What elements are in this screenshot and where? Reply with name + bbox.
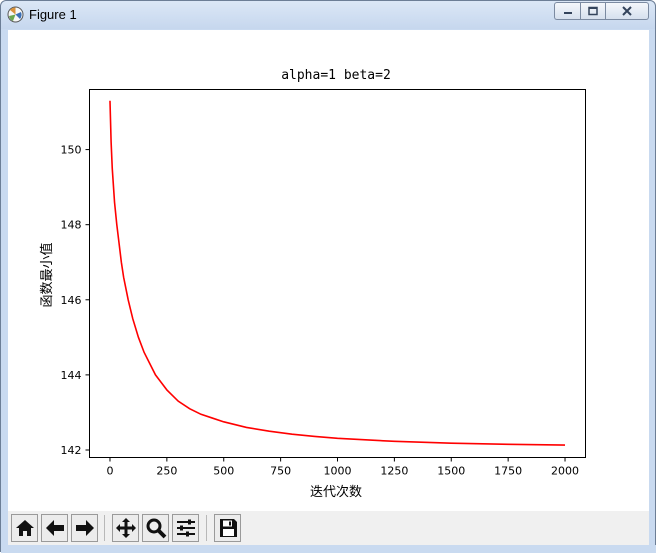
maximize-button[interactable]: [580, 2, 606, 20]
x-tick-label: 2000: [551, 465, 579, 478]
minimize-icon: [563, 12, 572, 14]
home-icon: [15, 520, 34, 536]
configure-subplots-button[interactable]: [172, 514, 199, 542]
series-line: [109, 100, 566, 446]
toolbar-separator: [206, 515, 207, 541]
caption-buttons: [554, 2, 649, 21]
y-tick-label: 150: [61, 144, 82, 157]
chart-title: alpha=1 beta=2: [281, 68, 391, 83]
plot-area: alpha=1 beta=2 0 250 500 750 1000 1250 1500 175…: [39, 68, 586, 500]
maximize-icon: [588, 6, 598, 16]
axes-frame: [89, 89, 586, 458]
y-tick-label: 146: [61, 294, 82, 307]
forward-button[interactable]: [71, 514, 98, 542]
window-title: Figure 1: [29, 7, 77, 22]
pan-button[interactable]: [112, 514, 139, 542]
y-tick-label: 144: [61, 369, 82, 382]
y-tick-label: 148: [61, 219, 82, 232]
title-bar[interactable]: Figure 1: [1, 1, 655, 29]
pan-icon: [115, 518, 136, 538]
x-tick-label: 1250: [380, 465, 408, 478]
x-axis-ticks: 0 250 500 750 1000 1250 1500 1750 2000: [106, 457, 579, 478]
save-icon: [219, 519, 237, 537]
x-tick-label: 1500: [437, 465, 465, 478]
figure-canvas[interactable]: alpha=1 beta=2 0 250 500 750 1000 1250 1500 175…: [8, 30, 649, 545]
close-button[interactable]: [606, 2, 649, 20]
x-axis-label: 迭代次数: [310, 484, 362, 500]
matplotlib-app-icon: [7, 6, 24, 23]
y-axis-label: 函数最小值: [39, 242, 55, 307]
x-tick-label: 250: [156, 465, 177, 478]
x-tick-label: 0: [106, 465, 113, 478]
navigation-toolbar: [8, 511, 649, 545]
configure-subplots-icon: [176, 519, 195, 537]
zoom-button[interactable]: [142, 514, 169, 542]
minimize-button[interactable]: [554, 2, 580, 20]
home-button[interactable]: [11, 514, 38, 542]
figure-window: Figure 1 alpha=1 beta=2 0 250 500 750 1000 12…: [0, 0, 656, 553]
back-arrow-icon: [45, 520, 64, 536]
x-tick-label: 1000: [324, 465, 352, 478]
y-tick-label: 142: [61, 444, 82, 457]
x-tick-label: 750: [270, 465, 291, 478]
x-tick-label: 500: [213, 465, 234, 478]
close-icon: [622, 6, 632, 16]
save-button[interactable]: [214, 514, 241, 542]
y-axis-ticks: 142 144 146 148 150: [61, 144, 90, 457]
forward-arrow-icon: [75, 520, 94, 536]
zoom-icon: [146, 518, 166, 539]
x-tick-label: 1750: [494, 465, 522, 478]
toolbar-separator: [104, 515, 105, 541]
back-button[interactable]: [41, 514, 68, 542]
